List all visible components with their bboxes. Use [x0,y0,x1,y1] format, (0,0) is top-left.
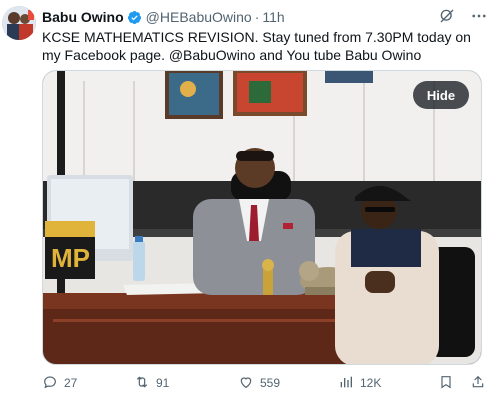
reply-count: 27 [64,376,78,390]
verified-badge-icon [127,10,142,25]
more-icon[interactable] [470,7,488,25]
reply-icon [42,374,58,393]
views-icon [338,374,354,393]
plaque-text: MP [51,243,90,273]
share-icon [470,374,486,393]
bookmark-icon [438,374,454,393]
tweet-text: KCSE MATHEMATICS REVISION. Stay tuned fr… [42,29,471,63]
tweet-actions: 27 91 559 12K [42,374,487,392]
bookmark-button[interactable] [438,374,454,393]
tweet-header: Babu Owino @HEBabuOwino · 11h [42,7,488,27]
hide-media-button[interactable]: Hide [413,81,469,109]
header-actions [438,7,488,25]
share-button[interactable] [470,374,486,393]
author-handle[interactable]: @HEBabuOwino [146,9,252,25]
reply-button[interactable]: 27 [42,374,77,393]
avatar[interactable] [2,6,36,40]
grok-icon[interactable] [438,7,456,25]
author-name[interactable]: Babu Owino [42,9,124,25]
retweet-button[interactable]: 91 [134,374,169,393]
like-button[interactable]: 559 [238,374,280,393]
retweet-icon [134,374,150,393]
tweet-timestamp[interactable]: 11h [262,9,284,25]
like-count: 559 [260,376,281,390]
views-button[interactable]: 12K [338,374,381,393]
tweet-media[interactable]: MP Hide [42,70,482,365]
retweet-count: 91 [156,376,170,390]
heart-icon [238,374,254,393]
separator-dot: · [254,9,260,25]
media-photo: MP [43,71,481,364]
tweet[interactable]: Babu Owino @HEBabuOwino · 11h KCSE MATHE… [0,0,500,395]
views-count: 12K [360,376,382,390]
